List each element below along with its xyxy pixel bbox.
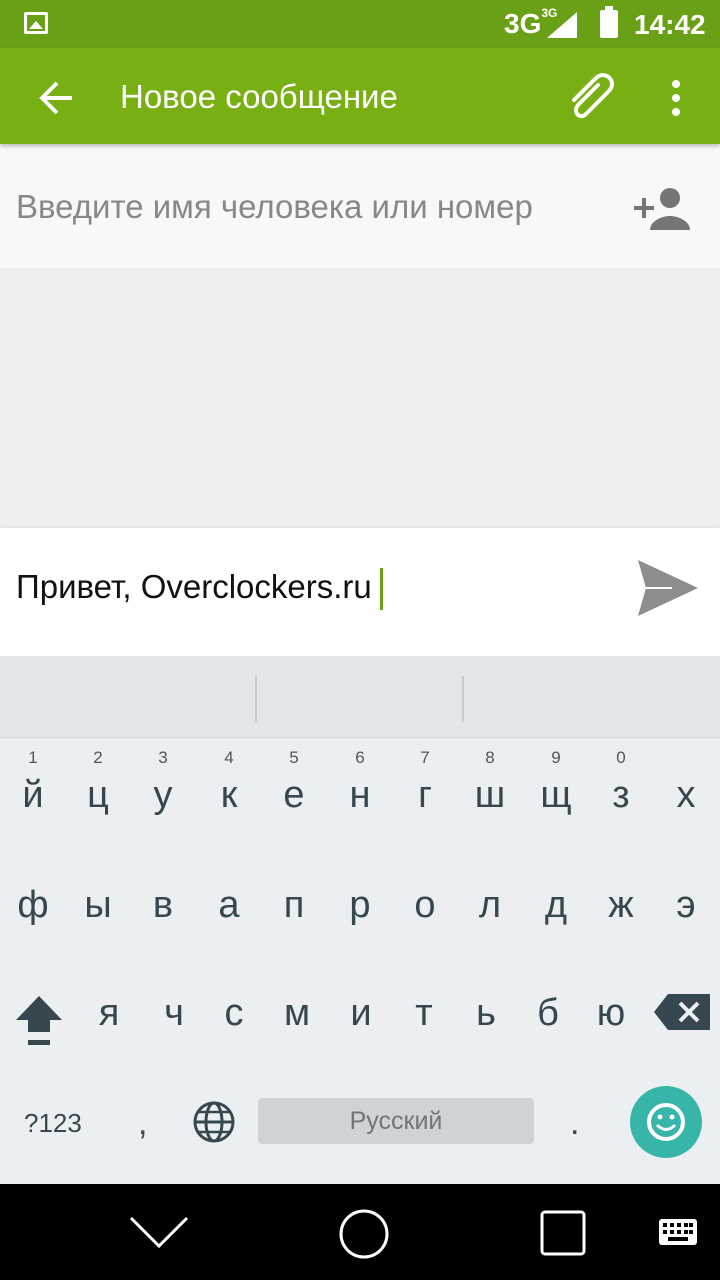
message-input[interactable]: Привет, Overclockers.ru	[16, 568, 383, 611]
conversation-area	[0, 268, 720, 528]
key-row3-1[interactable]: ч	[149, 992, 199, 1035]
key-row2-3[interactable]: а	[204, 884, 254, 927]
signal-icon	[547, 12, 577, 38]
key-9[interactable]: з0	[596, 748, 646, 817]
recipient-bar: Введите имя человека или номер	[0, 144, 720, 268]
battery-icon	[600, 6, 618, 38]
key-row3-4[interactable]: и	[336, 992, 386, 1035]
key-8[interactable]: щ9	[531, 748, 581, 817]
key-row3-3[interactable]: м	[272, 992, 322, 1035]
emoji-icon	[647, 1103, 685, 1141]
key-row2-10[interactable]: э	[661, 884, 711, 927]
key-row2-8[interactable]: д	[531, 884, 581, 927]
home-icon[interactable]	[338, 1208, 390, 1260]
key-5[interactable]: н6	[335, 748, 385, 817]
page-title: Новое сообщение	[120, 78, 398, 115]
comma-key[interactable]: ,	[138, 1104, 147, 1143]
key-number-hint: 9	[551, 748, 561, 767]
back-chevron-icon[interactable]	[128, 1214, 190, 1250]
key-row2-1[interactable]: ы	[73, 884, 123, 927]
key-10[interactable]: х	[661, 774, 711, 817]
key-row2-0[interactable]: ф	[8, 884, 58, 927]
more-vert-icon[interactable]	[660, 74, 692, 122]
key-3[interactable]: к4	[204, 748, 254, 817]
suggestion-strip[interactable]	[0, 656, 720, 738]
status-bar: 3G3G 14:42	[0, 0, 720, 48]
key-row3-7[interactable]: б	[523, 992, 573, 1035]
period-key[interactable]: .	[570, 1104, 579, 1143]
key-row3-8[interactable]: ю	[586, 992, 636, 1035]
space-key[interactable]: Русский	[258, 1098, 534, 1144]
app-bar: Новое сообщение	[0, 48, 720, 144]
arrow-back-icon[interactable]	[32, 74, 80, 122]
suggestion-divider	[462, 676, 464, 722]
key-6[interactable]: г7	[400, 748, 450, 817]
key-number-hint: 8	[485, 748, 495, 767]
suggestion-divider	[255, 676, 257, 722]
key-number-hint: 0	[616, 748, 626, 767]
symbols-key[interactable]: ?123	[24, 1108, 82, 1139]
key-row3-0[interactable]: я	[84, 992, 134, 1035]
emoji-button[interactable]	[630, 1086, 702, 1158]
backspace-key-icon[interactable]	[654, 994, 710, 1030]
key-row3-6[interactable]: ь	[461, 992, 511, 1035]
text-cursor	[379, 568, 383, 611]
key-number-hint: 6	[355, 748, 365, 767]
key-7[interactable]: ш8	[465, 748, 515, 817]
key-row2-9[interactable]: ж	[596, 884, 646, 927]
globe-icon[interactable]	[192, 1100, 236, 1144]
key-row2-7[interactable]: л	[465, 884, 515, 927]
key-4[interactable]: е5	[269, 748, 319, 817]
key-number-hint: 1	[28, 748, 38, 767]
key-row2-5[interactable]: р	[335, 884, 385, 927]
key-row3-5[interactable]: т	[399, 992, 449, 1035]
key-row2-6[interactable]: о	[400, 884, 450, 927]
key-number-hint: 5	[289, 748, 299, 767]
paperclip-icon[interactable]	[562, 70, 622, 126]
key-number-hint: 7	[420, 748, 430, 767]
image-notification-icon	[24, 12, 48, 34]
recents-icon[interactable]	[540, 1210, 586, 1256]
key-row3-2[interactable]: с	[209, 992, 259, 1035]
keyboard: й1ц2у3к4е5н6г7ш8щ9з0 х фывапролджэ ячсмит…	[0, 656, 720, 1184]
key-1[interactable]: ц2	[73, 748, 123, 817]
keyboard-switch-icon[interactable]	[658, 1218, 698, 1246]
key-number-hint: 4	[224, 748, 234, 767]
key-row2-4[interactable]: п	[269, 884, 319, 927]
recipient-input[interactable]: Введите имя человека или номер	[16, 188, 606, 226]
key-row2-2[interactable]: в	[138, 884, 188, 927]
shift-key-icon[interactable]	[14, 992, 64, 1052]
key-0[interactable]: й1	[8, 748, 58, 817]
send-icon[interactable]	[632, 558, 702, 618]
add-person-icon[interactable]	[630, 184, 690, 232]
key-number-hint: 3	[158, 748, 168, 767]
navigation-bar	[0, 1184, 720, 1280]
status-time: 14:42	[634, 9, 706, 40]
key-2[interactable]: у3	[138, 748, 188, 817]
compose-bar: Привет, Overclockers.ru	[0, 528, 720, 656]
key-number-hint: 2	[93, 748, 103, 767]
